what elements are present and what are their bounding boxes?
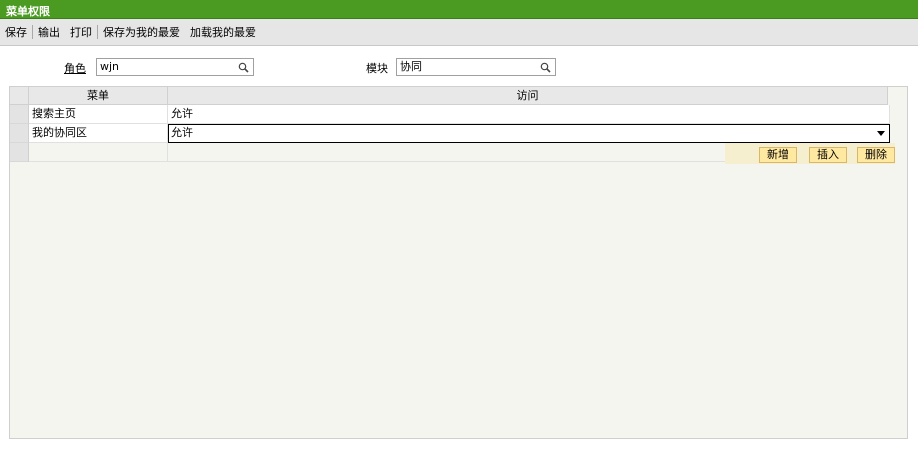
corner-cell — [10, 87, 29, 105]
filter-row: 角色 wjn 模块 协同 — [0, 58, 918, 78]
row-header[interactable] — [10, 143, 29, 162]
permissions-grid: 菜单 访问 搜索主页 允许 我的协同区 允许 新增 插入 删除 — [9, 86, 908, 439]
toolbar: 保存 输出 打印 保存为我的最爱 加载我的最爱 — [0, 19, 918, 46]
access-dropdown-value: 允许 — [171, 126, 193, 139]
row-header[interactable] — [10, 124, 29, 143]
search-icon[interactable] — [540, 62, 551, 73]
add-row-button[interactable]: 新增 — [759, 147, 797, 163]
grid-header: 菜单 访问 — [10, 87, 888, 105]
print-button[interactable]: 打印 — [65, 24, 97, 40]
chevron-down-icon[interactable] — [877, 131, 885, 136]
title-bar: 菜单权限 — [0, 0, 918, 19]
table-row[interactable]: 搜索主页 允许 — [10, 105, 890, 124]
load-favorite-button[interactable]: 加载我的最爱 — [185, 24, 261, 40]
module-field[interactable]: 协同 — [396, 58, 556, 76]
insert-row-button[interactable]: 插入 — [809, 147, 847, 163]
table-row[interactable]: 我的协同区 允许 — [10, 124, 890, 143]
module-label: 模块 — [366, 62, 388, 75]
row-header[interactable] — [10, 105, 29, 124]
role-field[interactable]: wjn — [96, 58, 254, 76]
menu-cell[interactable]: 搜索主页 — [29, 105, 168, 124]
column-header-menu[interactable]: 菜单 — [29, 87, 168, 105]
row-action-bar: 新增 插入 删除 — [725, 143, 895, 164]
delete-row-button[interactable]: 删除 — [857, 147, 895, 163]
role-label[interactable]: 角色 — [64, 60, 86, 76]
export-button[interactable]: 输出 — [33, 24, 65, 40]
module-value: 协同 — [400, 60, 422, 73]
save-favorite-button[interactable]: 保存为我的最爱 — [98, 24, 185, 40]
access-cell[interactable]: 允许 — [168, 105, 890, 124]
save-button[interactable]: 保存 — [0, 24, 32, 40]
access-dropdown[interactable]: 允许 — [168, 124, 890, 143]
menu-cell-empty[interactable] — [29, 143, 168, 162]
role-value: wjn — [100, 60, 120, 73]
search-icon[interactable] — [238, 62, 249, 73]
window-title: 菜单权限 — [6, 5, 50, 18]
column-header-access[interactable]: 访问 — [168, 87, 888, 105]
menu-cell[interactable]: 我的协同区 — [29, 124, 168, 143]
